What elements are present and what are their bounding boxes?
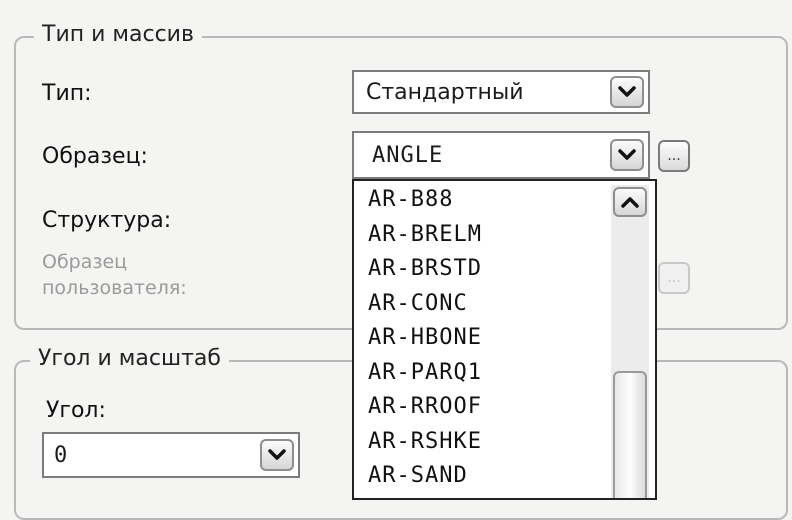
pattern-option[interactable]: AR-RROOF [354, 390, 604, 425]
type-label: Тип: [42, 81, 92, 106]
pattern-option[interactable]: AR-RSHKE [354, 425, 604, 460]
type-array-group-title: Тип и массив [34, 22, 202, 48]
type-combo-value: Стандартный [366, 79, 524, 105]
user-pattern-ellipsis-button: ... [658, 262, 690, 294]
type-combo[interactable]: Стандартный [352, 70, 650, 114]
pattern-combo[interactable]: ANGLE [352, 131, 650, 179]
type-combo-arrow[interactable] [610, 76, 644, 108]
pattern-ellipsis-button[interactable]: ... [658, 140, 690, 172]
chevron-down-icon [618, 149, 636, 160]
chevron-down-icon [268, 449, 286, 460]
chevron-down-icon [618, 86, 636, 97]
chevron-up-icon [621, 197, 639, 208]
pattern-option-list: AR-B88 AR-BRELM AR-BRSTD AR-CONC AR-HBONE AR-… [354, 183, 604, 494]
pattern-option[interactable]: AR-BRSTD [354, 252, 604, 287]
angle-combo-arrow[interactable] [260, 439, 294, 471]
user-pattern-label-line2: пользователя: [42, 277, 187, 299]
scroll-up-button[interactable] [613, 187, 647, 217]
angle-combo[interactable]: 0 [42, 432, 300, 478]
pattern-option[interactable]: AR-CONC [354, 287, 604, 322]
scroll-thumb[interactable] [613, 371, 647, 498]
pattern-option[interactable]: AR-PARQ1 [354, 356, 604, 391]
angle-label: Угол: [46, 398, 106, 423]
pattern-combo-arrow[interactable] [610, 139, 644, 171]
pattern-option[interactable]: AR-HBONE [354, 321, 604, 356]
pattern-option[interactable]: AR-SAND [354, 459, 604, 494]
pattern-combo-value: ANGLE [372, 142, 444, 168]
pattern-option[interactable]: AR-BRELM [354, 218, 604, 253]
angle-scale-group-title: Угол и масштаб [30, 346, 229, 372]
pattern-label: Образец: [42, 144, 148, 169]
pattern-dropdown-list[interactable]: AR-B88 AR-BRELM AR-BRSTD AR-CONC AR-HBONE AR-… [352, 179, 657, 500]
dropdown-scrollbar[interactable] [611, 185, 649, 498]
pattern-option[interactable]: AR-B88 [354, 183, 604, 218]
user-pattern-label-line1: Образец [42, 251, 128, 273]
structure-label: Структура: [42, 208, 172, 233]
angle-combo-value: 0 [54, 442, 69, 468]
